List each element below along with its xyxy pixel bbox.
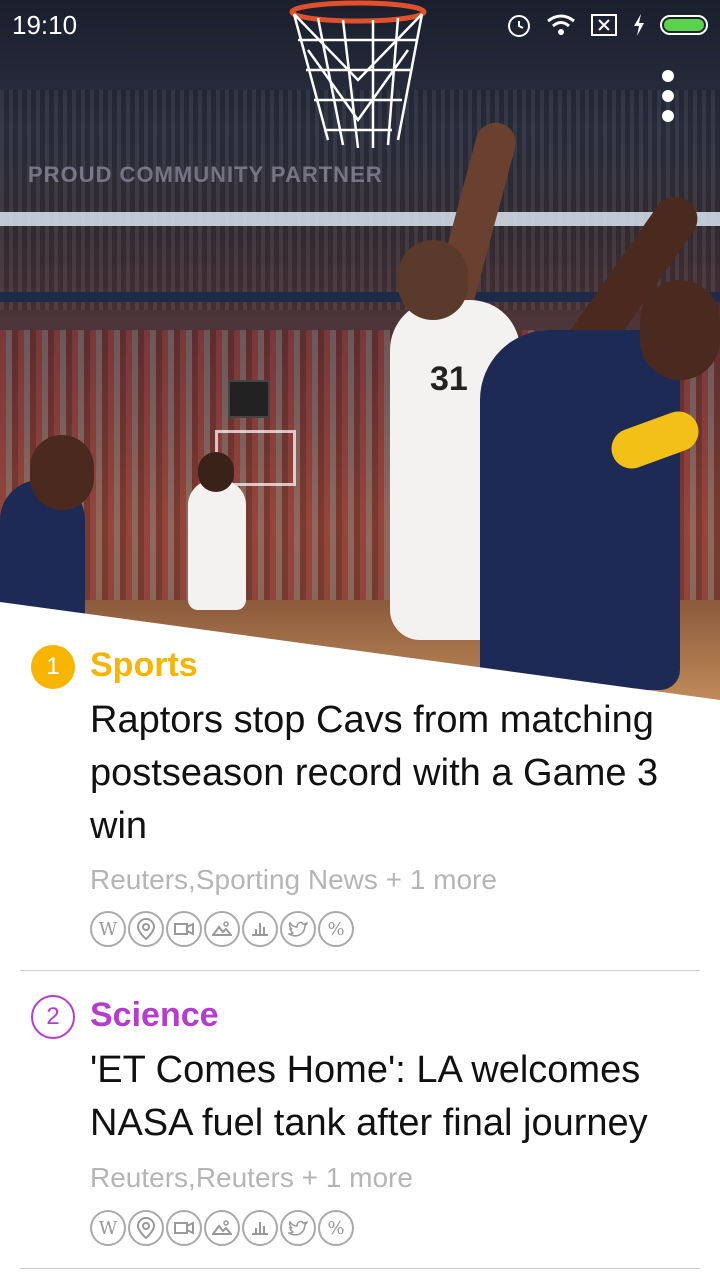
timeline-icon[interactable] bbox=[242, 911, 278, 947]
article-sources[interactable]: Reuters,Sporting News + 1 more bbox=[90, 864, 497, 896]
article-sources[interactable]: Reuters,Reuters + 1 more bbox=[90, 1162, 413, 1194]
percent-icon[interactable]: % bbox=[318, 1210, 354, 1246]
overflow-menu-icon[interactable] bbox=[662, 70, 674, 130]
category-label: Science bbox=[90, 996, 219, 1034]
tool-icons: W % bbox=[90, 1210, 354, 1246]
article-title[interactable]: Raptors stop Cavs from matching postseas… bbox=[90, 694, 700, 853]
white-diagonal-overlay bbox=[0, 602, 720, 700]
article-title[interactable]: 'ET Comes Home': LA welcomes NASA fuel t… bbox=[90, 1044, 700, 1150]
location-icon[interactable] bbox=[128, 1210, 164, 1246]
divider bbox=[20, 970, 700, 971]
status-icons bbox=[506, 10, 708, 40]
percent-icon[interactable]: % bbox=[318, 911, 354, 947]
divider bbox=[20, 1268, 700, 1269]
rank-badge: 1 bbox=[31, 645, 75, 689]
sim-off-icon bbox=[591, 14, 617, 36]
wikipedia-icon[interactable]: W bbox=[90, 1210, 126, 1246]
twitter-icon[interactable] bbox=[280, 1210, 316, 1246]
clock: 19:10 bbox=[12, 10, 78, 40]
timeline-icon[interactable] bbox=[242, 1210, 278, 1246]
rank-badge: 2 bbox=[31, 995, 75, 1039]
wikipedia-icon[interactable]: W bbox=[90, 911, 126, 947]
status-bar: 19:10 bbox=[0, 0, 720, 50]
charging-icon bbox=[634, 14, 644, 36]
hero-image[interactable]: PROUD COMMUNITY PARTNER 31 bbox=[0, 0, 720, 700]
video-icon[interactable] bbox=[166, 1210, 202, 1246]
video-icon[interactable] bbox=[166, 911, 202, 947]
alarm-icon bbox=[508, 15, 530, 37]
location-icon[interactable] bbox=[128, 911, 164, 947]
category-label: Sports bbox=[90, 646, 198, 684]
wifi-icon bbox=[547, 14, 575, 35]
image-icon[interactable] bbox=[204, 1210, 240, 1246]
tool-icons: W % bbox=[90, 911, 354, 947]
twitter-icon[interactable] bbox=[280, 911, 316, 947]
battery-icon bbox=[660, 15, 708, 35]
image-icon[interactable] bbox=[204, 911, 240, 947]
